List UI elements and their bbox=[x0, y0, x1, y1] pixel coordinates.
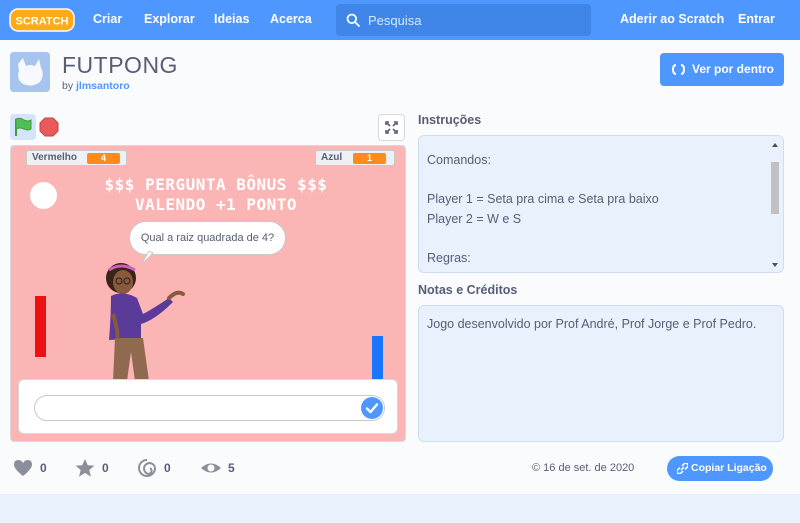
green-flag-icon bbox=[15, 117, 32, 136]
monitor-label: Vermelho bbox=[32, 152, 78, 163]
remix-icon bbox=[138, 459, 157, 477]
join-link[interactable]: Aderir ao Scratch bbox=[620, 0, 724, 40]
eye-icon bbox=[201, 463, 221, 473]
favorite-count: 0 bbox=[102, 461, 109, 475]
avatar[interactable] bbox=[10, 52, 50, 92]
green-flag-button[interactable] bbox=[10, 114, 36, 140]
heart-icon bbox=[14, 460, 32, 476]
see-inside-icon bbox=[672, 64, 685, 75]
bonus-banner-line1: $$$ PERGUNTA BÔNUS $$$ bbox=[104, 175, 328, 194]
nav-explore[interactable]: Explorar bbox=[144, 0, 195, 40]
instructions-line: Player 2 = W e S bbox=[427, 211, 522, 226]
nav-create[interactable]: Criar bbox=[93, 0, 122, 40]
scroll-down-icon[interactable] bbox=[771, 262, 779, 268]
search-box[interactable] bbox=[336, 4, 591, 36]
notes-panel[interactable]: Jogo desenvolvido por Prof André, Prof J… bbox=[418, 305, 784, 442]
instructions-line: Comandos: bbox=[427, 153, 491, 167]
project-title: FUTPONG bbox=[62, 52, 178, 78]
notes-text: Jogo desenvolvido por Prof André, Prof J… bbox=[427, 317, 757, 331]
search-input[interactable] bbox=[368, 4, 583, 36]
copy-link-label: Copiar Ligação bbox=[691, 462, 767, 474]
check-icon bbox=[365, 403, 379, 414]
views-count: 5 bbox=[228, 461, 235, 475]
scroll-up-icon[interactable] bbox=[771, 142, 779, 148]
instructions-panel[interactable]: Comandos: Player 1 = Seta pra cima e Set… bbox=[418, 135, 784, 273]
stop-icon[interactable] bbox=[39, 117, 59, 137]
monitor-label: Azul bbox=[321, 152, 343, 163]
project-byline: by jlmsantoro bbox=[62, 80, 130, 92]
bonus-banner-line2: VALENDO +1 PONTO bbox=[134, 195, 298, 214]
love-count: 0 bbox=[40, 461, 47, 475]
monitor-value: 1 bbox=[353, 153, 386, 164]
author-link[interactable]: jlmsantoro bbox=[76, 80, 130, 92]
character-sprite bbox=[106, 263, 185, 381]
monitor-blue-score: Azul 1 bbox=[315, 150, 395, 166]
search-icon bbox=[346, 13, 360, 27]
date-text: 16 de set. de 2020 bbox=[543, 462, 635, 474]
instructions-blank-line bbox=[427, 229, 775, 249]
answer-input[interactable] bbox=[34, 395, 385, 421]
byline-prefix: by bbox=[62, 80, 74, 92]
remix-count: 0 bbox=[164, 461, 171, 475]
submit-answer-button[interactable] bbox=[361, 397, 383, 419]
fullscreen-button[interactable] bbox=[378, 114, 405, 141]
instructions-line: Regras: bbox=[427, 250, 471, 265]
star-icon bbox=[75, 459, 95, 477]
copyright-icon: © bbox=[532, 462, 541, 474]
see-inside-label: Ver por dentro bbox=[692, 62, 775, 76]
scratch-logo[interactable]: SCRATCH bbox=[9, 8, 75, 32]
instructions-blank-line bbox=[427, 171, 775, 191]
shared-date: © 16 de set. de 2020 bbox=[532, 462, 634, 474]
instructions-scrollbar[interactable] bbox=[770, 140, 780, 270]
blue-paddle-sprite bbox=[372, 336, 383, 381]
default-avatar-icon bbox=[10, 52, 50, 92]
signin-link[interactable]: Entrar bbox=[738, 0, 775, 40]
project-stage[interactable]: Vermelho 4 Azul 1 $$$ PERGUNTA BÔNUS $$$… bbox=[10, 145, 406, 442]
instructions-line: Player 1 = Seta pra cima e Seta pra baix… bbox=[427, 192, 659, 207]
link-icon bbox=[677, 463, 688, 474]
see-inside-button[interactable]: Ver por dentro bbox=[660, 53, 784, 86]
instructions-heading: Instruções bbox=[418, 113, 482, 127]
monitor-red-score: Vermelho 4 bbox=[26, 150, 127, 166]
scroll-thumb[interactable] bbox=[771, 162, 779, 214]
nav-ideas[interactable]: Ideias bbox=[214, 0, 249, 40]
notes-heading: Notas e Créditos bbox=[418, 283, 518, 297]
nav-about[interactable]: Acerca bbox=[270, 0, 312, 40]
monitor-value: 4 bbox=[87, 153, 120, 164]
ask-answer-panel bbox=[18, 379, 398, 434]
svg-text:SCRATCH: SCRATCH bbox=[16, 16, 69, 28]
copy-link-button[interactable]: Copiar Ligação bbox=[667, 456, 773, 481]
red-paddle-sprite bbox=[35, 296, 46, 357]
speech-bubble: Qual a raiz quadrada de 4? bbox=[129, 221, 286, 255]
fullscreen-icon bbox=[385, 121, 398, 134]
top-nav: SCRATCH Criar Explorar Ideias Acerca Ade… bbox=[0, 0, 800, 40]
